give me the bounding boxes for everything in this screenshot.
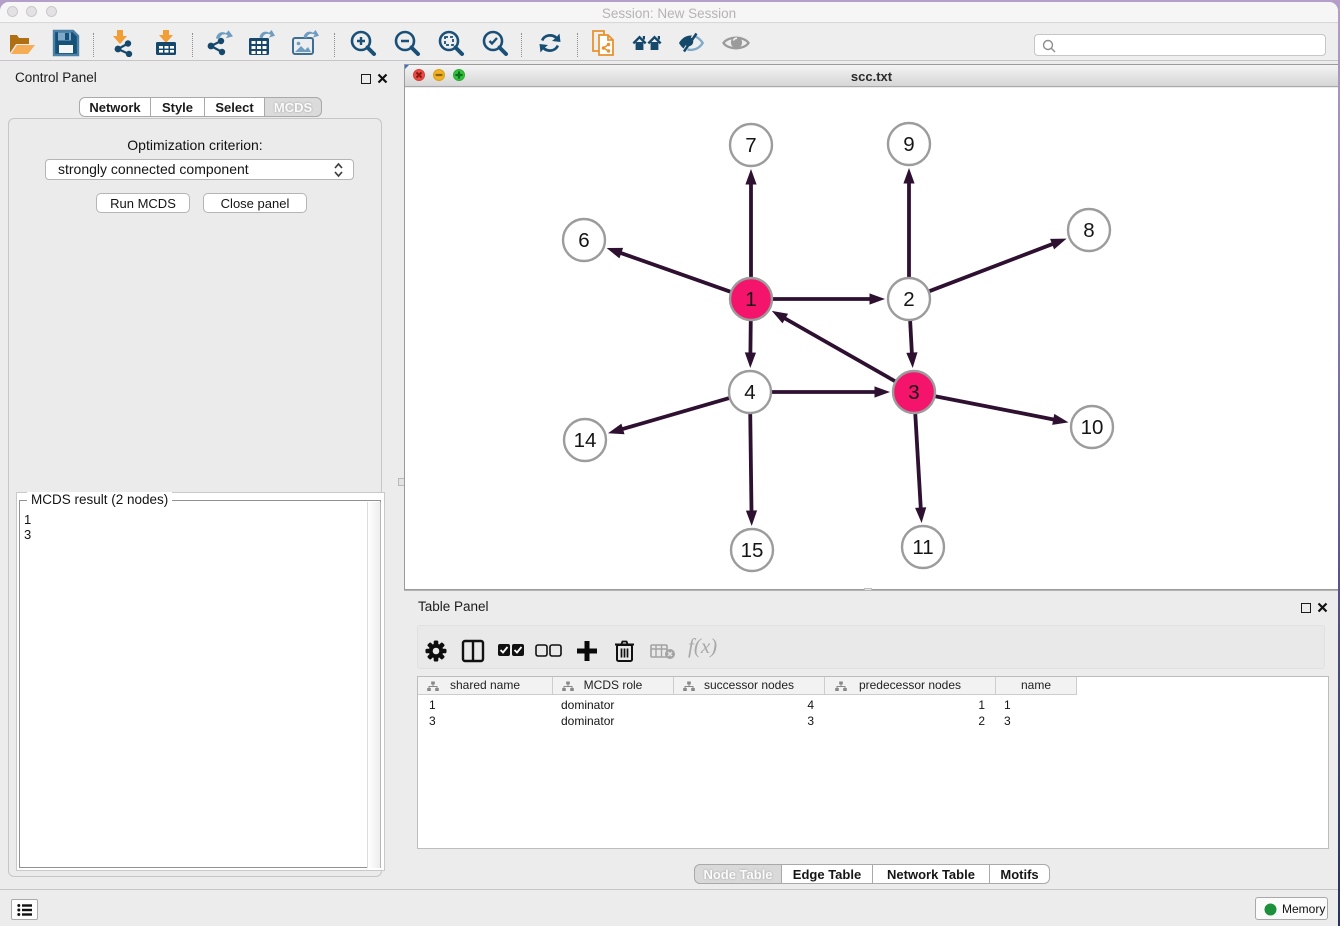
svg-text:9: 9 [903,133,914,156]
svg-text:7: 7 [745,134,756,157]
svg-text:11: 11 [912,536,933,559]
svg-text:2: 2 [903,288,914,311]
svg-text:10: 10 [1081,416,1104,439]
svg-text:3: 3 [908,381,919,404]
svg-text:1: 1 [745,288,756,311]
svg-text:8: 8 [1083,219,1094,242]
svg-text:15: 15 [741,539,764,562]
svg-text:6: 6 [578,229,589,252]
svg-text:4: 4 [744,381,755,404]
svg-text:14: 14 [574,429,597,452]
